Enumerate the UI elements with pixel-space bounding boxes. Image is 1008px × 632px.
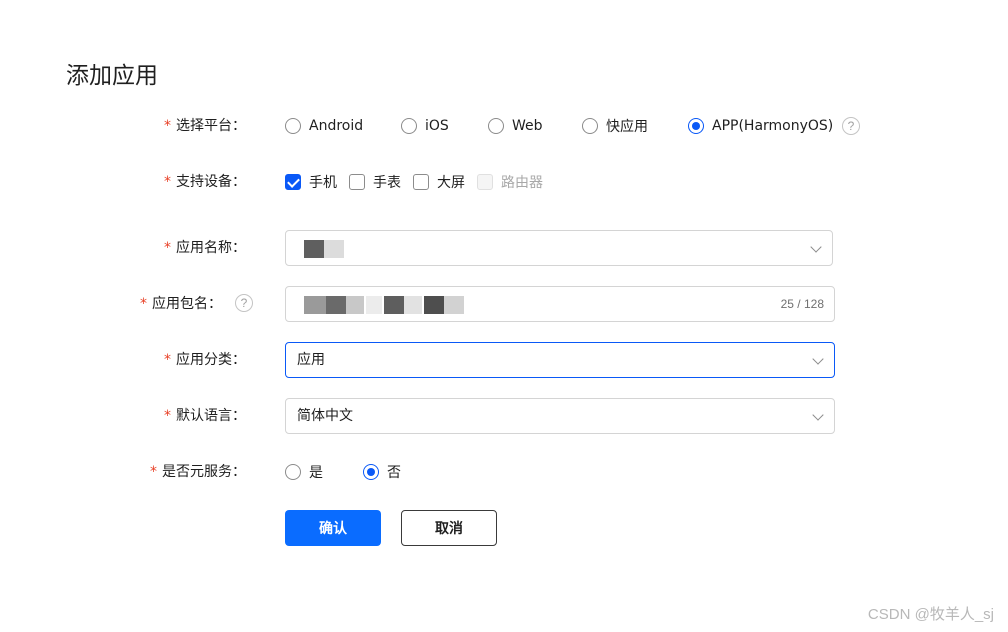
radio-circle-checked[interactable]: [688, 118, 704, 134]
confirm-button[interactable]: 确认: [285, 510, 381, 546]
radio-circle[interactable]: [488, 118, 504, 134]
chevron-down-icon: [812, 409, 824, 421]
radio-harmonyos[interactable]: APP(HarmonyOS): [688, 108, 833, 144]
language-select[interactable]: 简体中文: [285, 398, 835, 434]
help-icon[interactable]: ?: [235, 294, 253, 312]
checkbox-router: 路由器: [477, 164, 543, 200]
radio-yes[interactable]: 是: [285, 454, 323, 490]
checkbox-box[interactable]: [349, 174, 365, 190]
checkbox-tv[interactable]: 大屏: [413, 164, 465, 200]
redacted-block: [324, 240, 344, 258]
checkbox-box[interactable]: [413, 174, 429, 190]
radio-web[interactable]: Web: [488, 108, 543, 144]
category-row: * 应用分类： 应用: [0, 342, 1008, 378]
language-label: * 默认语言：: [164, 408, 246, 424]
radio-no[interactable]: 否: [363, 454, 401, 490]
category-value: 应用: [297, 352, 325, 368]
app-name-select[interactable]: [285, 230, 833, 266]
checkbox-box-disabled: [477, 174, 493, 190]
redacted-block: [366, 296, 382, 314]
redacted-block: [304, 296, 326, 314]
package-name-row: * 应用包名： ? 25 / 128: [0, 286, 1008, 322]
redacted-block: [384, 296, 404, 314]
redacted-block: [326, 296, 346, 314]
chevron-down-icon: [810, 241, 822, 253]
radio-circle-checked[interactable]: [363, 464, 379, 480]
language-row: * 默认语言： 简体中文: [0, 398, 1008, 434]
package-name-label: * 应用包名：: [140, 296, 222, 312]
check-icon[interactable]: [285, 174, 301, 190]
watermark: CSDN @牧羊人_sj: [867, 606, 994, 623]
checkbox-watch[interactable]: 手表: [349, 164, 401, 200]
category-select[interactable]: 应用: [285, 342, 835, 378]
char-counter: 25 / 128: [780, 297, 824, 311]
redacted-block: [404, 296, 422, 314]
devices-label: * 支持设备：: [164, 174, 246, 190]
platform-row: * 选择平台： Android iOS Web 快应用 APP(HarmonyOS…: [0, 108, 1008, 144]
redacted-block: [346, 296, 364, 314]
category-label: * 应用分类：: [164, 352, 246, 368]
help-icon[interactable]: ?: [842, 117, 860, 135]
language-value: 简体中文: [297, 408, 353, 424]
radio-ios[interactable]: iOS: [401, 108, 449, 144]
radio-circle[interactable]: [285, 464, 301, 480]
radio-circle[interactable]: [285, 118, 301, 134]
app-name-row: * 应用名称：: [0, 230, 1008, 266]
cancel-button[interactable]: 取消: [401, 510, 497, 546]
atomic-service-row: * 是否元服务： 是 否: [0, 454, 1008, 490]
radio-circle[interactable]: [401, 118, 417, 134]
atomic-service-label: * 是否元服务：: [150, 464, 246, 480]
app-name-label: * 应用名称：: [164, 240, 246, 256]
package-name-input[interactable]: 25 / 128: [285, 286, 835, 322]
radio-circle[interactable]: [582, 118, 598, 134]
chevron-down-icon: [812, 353, 824, 365]
page-title: 添加应用: [66, 63, 158, 89]
redacted-block: [304, 240, 324, 258]
redacted-block: [444, 296, 464, 314]
radio-android[interactable]: Android: [285, 108, 363, 144]
radio-quickapp[interactable]: 快应用: [582, 108, 648, 144]
checkbox-phone[interactable]: 手机: [285, 164, 337, 200]
platform-label: * 选择平台：: [164, 118, 246, 134]
devices-row: * 支持设备： 手机 手表 大屏 路由器: [0, 164, 1008, 200]
redacted-block: [424, 296, 444, 314]
